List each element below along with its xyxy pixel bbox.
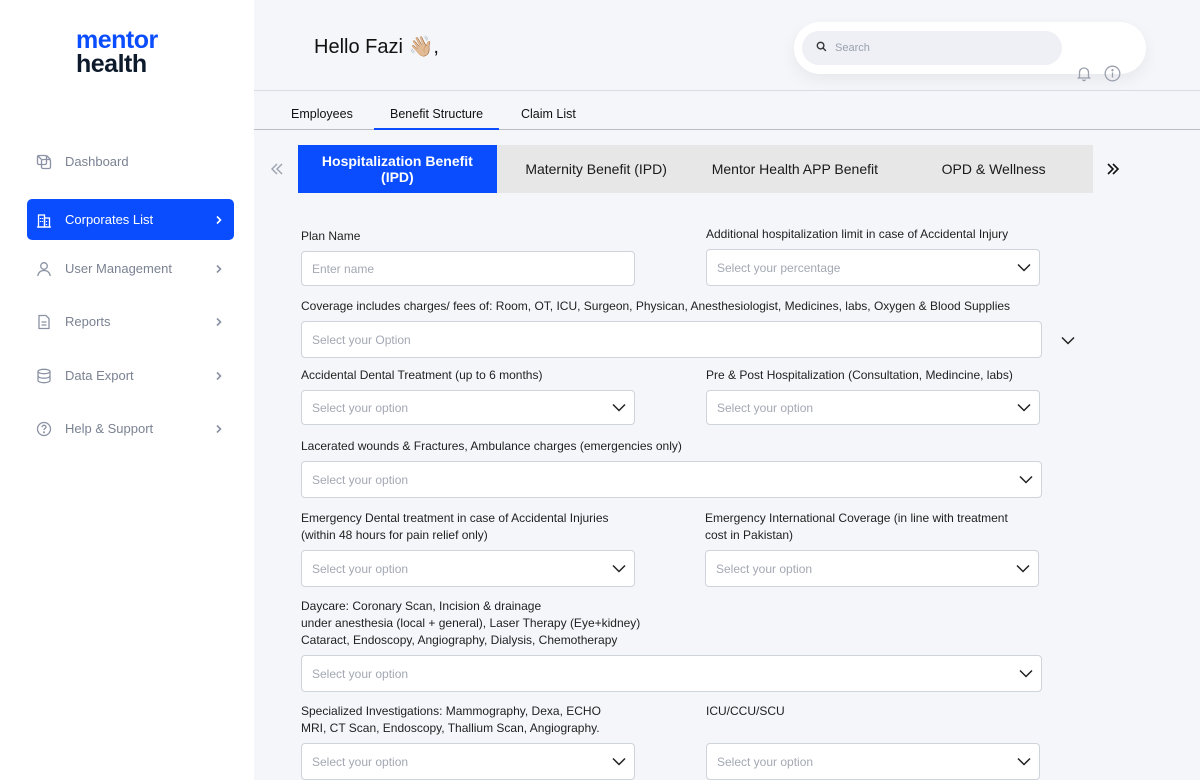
- intl-coverage-select[interactable]: Select your option: [705, 550, 1039, 587]
- user-icon: [35, 260, 53, 278]
- chevron-down-icon[interactable]: [1059, 331, 1077, 349]
- search-icon: [816, 39, 827, 57]
- sidebar-item-label: Corporates List: [65, 212, 154, 227]
- coverage-label: Coverage includes charges/ fees of: Room…: [301, 299, 1011, 313]
- chevron-down-icon: [1017, 471, 1035, 489]
- specialized-label: Specialized Investigations: Mammography,…: [301, 703, 601, 737]
- tab-claim-list[interactable]: Claim List: [521, 107, 576, 130]
- dashboard-icon: [35, 153, 53, 171]
- search-input[interactable]: [835, 42, 1035, 54]
- sidebar-item-reports[interactable]: Reports: [27, 301, 234, 342]
- daycare-label: Daycare: Coronary Scan, Incision & drain…: [301, 598, 640, 649]
- dental-placeholder: Select your option: [312, 400, 409, 415]
- dental-select[interactable]: Select your option: [301, 390, 635, 425]
- bell-icon[interactable]: [1075, 64, 1093, 82]
- benefit-tab-hospitalization[interactable]: Hospitalization Benefit (IPD): [298, 145, 497, 193]
- building-icon: [35, 211, 53, 229]
- sidebar-item-label: Dashboard: [65, 154, 129, 169]
- sidebar-item-label: Help & Support: [65, 421, 154, 436]
- accidental-limit-select[interactable]: Select your percentage: [706, 249, 1040, 286]
- daycare-label-line: under anesthesia (local + general), Lase…: [301, 616, 641, 630]
- plan-name-input[interactable]: [312, 261, 634, 276]
- chevron-down-icon: [1017, 665, 1035, 683]
- chevron-down-icon: [1014, 560, 1032, 578]
- daycare-label-line: Daycare: Coronary Scan, Incision & drain…: [301, 599, 542, 613]
- document-icon: [35, 313, 53, 331]
- sidebar-item-corporates-list[interactable]: Corporates List: [27, 199, 234, 240]
- specialized-label-line: MRI, CT Scan, Endoscopy, Thallium Scan, …: [301, 721, 600, 735]
- emergency-dental-label-line: Emergency Dental treatment in case of Ac…: [301, 511, 609, 525]
- chevron-down-icon: [1015, 753, 1033, 771]
- pre-post-select[interactable]: Select your option: [706, 390, 1040, 425]
- sidebar-item-dashboard[interactable]: Dashboard: [27, 141, 234, 182]
- emergency-dental-label-line: (within 48 hours for pain relief only): [301, 528, 488, 542]
- emergency-dental-label: Emergency Dental treatment in case of Ac…: [301, 510, 609, 544]
- search-field[interactable]: [802, 31, 1062, 65]
- tab-employees[interactable]: Employees: [291, 107, 353, 130]
- double-chevron-right-icon[interactable]: [1104, 160, 1122, 178]
- daycare-label-line: Cataract, Endoscopy, Angiography, Dialys…: [301, 633, 618, 647]
- pre-post-label: Pre & Post Hospitalization (Consultation…: [706, 368, 1013, 382]
- intl-coverage-label-line: Emergency International Coverage (in lin…: [705, 511, 1008, 525]
- intl-coverage-placeholder: Select your option: [716, 561, 813, 576]
- info-icon[interactable]: [1103, 64, 1121, 82]
- accidental-limit-placeholder: Select your percentage: [717, 260, 841, 275]
- chevron-down-icon: [1015, 399, 1033, 417]
- benefit-tabs: Hospitalization Benefit (IPD) Maternity …: [298, 145, 1093, 193]
- emergency-dental-placeholder: Select your option: [312, 561, 409, 576]
- coverage-select[interactable]: Select your Option: [301, 321, 1042, 358]
- sidebar-item-label: User Management: [65, 261, 172, 276]
- specialized-label-line: Specialized Investigations: Mammography,…: [301, 704, 601, 718]
- brand-logo-line1: mentor: [76, 26, 158, 54]
- sidebar-item-label: Reports: [65, 314, 111, 329]
- benefit-tab-opd-wellness[interactable]: OPD & Wellness: [894, 145, 1093, 193]
- chevron-right-icon: [212, 422, 226, 436]
- benefit-tab-mentor-app[interactable]: Mentor Health APP Benefit: [696, 145, 895, 193]
- lacerated-label: Lacerated wounds & Fractures, Ambulance …: [301, 439, 682, 453]
- icu-select[interactable]: Select your option: [706, 743, 1040, 780]
- lacerated-select[interactable]: Select your option: [301, 461, 1042, 498]
- chevron-down-icon: [610, 560, 628, 578]
- double-chevron-left-icon[interactable]: [268, 160, 286, 178]
- sidebar-item-label: Data Export: [65, 368, 134, 383]
- chevron-right-icon: [212, 262, 226, 276]
- chevron-down-icon: [1015, 259, 1033, 277]
- plan-name-label: Plan Name: [301, 229, 361, 243]
- tab-benefit-structure[interactable]: Benefit Structure: [374, 107, 500, 130]
- daycare-select[interactable]: Select your option: [301, 655, 1042, 692]
- brand-logo-line2: health: [76, 50, 147, 78]
- intl-coverage-label: Emergency International Coverage (in lin…: [705, 510, 1008, 544]
- coverage-placeholder: Select your Option: [312, 332, 411, 347]
- benefit-tab-maternity[interactable]: Maternity Benefit (IPD): [497, 145, 696, 193]
- emergency-dental-select[interactable]: Select your option: [301, 550, 635, 587]
- plan-name-field[interactable]: [301, 251, 635, 286]
- accidental-limit-label: Additional hospitalization limit in case…: [706, 227, 1009, 241]
- dental-label: Accidental Dental Treatment (up to 6 mon…: [301, 368, 543, 382]
- greeting-text: Hello Fazi 👋🏼,: [314, 36, 439, 58]
- daycare-placeholder: Select your option: [312, 666, 409, 681]
- sidebar-item-user-management[interactable]: User Management: [27, 248, 234, 289]
- sidebar-item-data-export[interactable]: Data Export: [27, 355, 234, 396]
- chevron-right-icon: [212, 369, 226, 383]
- search-container: [794, 22, 1146, 74]
- icu-placeholder: Select your option: [717, 754, 814, 769]
- top-header: Hello Fazi 👋🏼,: [254, 0, 1200, 91]
- help-icon: [35, 420, 53, 438]
- main-content: Employees Benefit Structure Claim List H…: [254, 92, 1200, 780]
- brand-logo[interactable]: mentor health: [76, 26, 158, 78]
- specialized-select[interactable]: Select your option: [301, 743, 635, 780]
- intl-coverage-label-line: cost in Pakistan): [705, 528, 794, 542]
- icu-label: ICU/CCU/SCU: [706, 704, 785, 718]
- lacerated-placeholder: Select your option: [312, 472, 409, 487]
- sidebar: mentor health Dashboard Corporates List …: [0, 0, 254, 780]
- chevron-down-icon: [610, 753, 628, 771]
- chevron-right-icon: [212, 315, 226, 329]
- top-tabs: Employees Benefit Structure Claim List: [254, 92, 1200, 130]
- chevron-right-icon: [212, 213, 226, 227]
- chevron-down-icon: [610, 399, 628, 417]
- specialized-placeholder: Select your option: [312, 754, 409, 769]
- database-icon: [35, 367, 53, 385]
- pre-post-placeholder: Select your option: [717, 400, 814, 415]
- sidebar-item-help-support[interactable]: Help & Support: [27, 408, 234, 449]
